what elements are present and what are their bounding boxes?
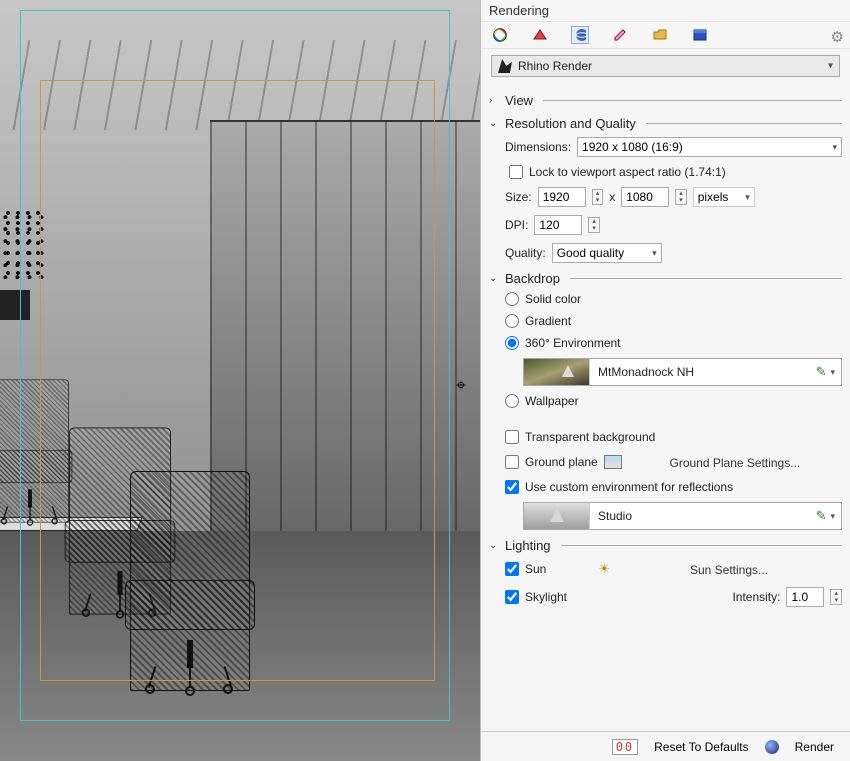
- section-backdrop-title: Backdrop: [505, 271, 560, 286]
- section-backdrop-header[interactable]: ⌄ Backdrop: [489, 271, 842, 286]
- custom-reflections-label: Use custom environment for reflections: [525, 480, 733, 494]
- section-resq-header[interactable]: ⌄ Resolution and Quality: [489, 116, 842, 131]
- intensity-stepper[interactable]: ▴▾: [830, 589, 842, 605]
- sun-checkbox[interactable]: [505, 562, 519, 576]
- skylight-label: Skylight: [525, 590, 567, 604]
- size-label: Size:: [505, 190, 532, 204]
- edit-icon[interactable]: [611, 26, 629, 44]
- quality-select[interactable]: [552, 243, 662, 263]
- panel-footer: 00 Reset To Defaults Render: [481, 731, 850, 761]
- dimensions-label: Dimensions:: [505, 140, 571, 154]
- sun-icon: ☀: [598, 561, 610, 577]
- ground-plane-settings-button[interactable]: Ground Plane Settings...: [628, 452, 842, 472]
- reflection-env-name: Studio: [590, 509, 812, 523]
- environment-icon[interactable]: [571, 26, 589, 44]
- edit-reflection-env-icon[interactable]: ✎: [812, 508, 831, 524]
- panel-options-icon[interactable]: ⚙: [831, 28, 844, 46]
- render-toolbar: ⚙: [481, 21, 850, 49]
- backdrop-wallpaper-label: Wallpaper: [525, 394, 579, 408]
- ground-plane-label: Ground plane: [525, 455, 598, 469]
- size-sep: x: [609, 190, 615, 204]
- cursor-icon: ⌖: [456, 375, 466, 396]
- safe-frame-inner: [40, 80, 435, 681]
- transparent-bg-label: Transparent background: [525, 430, 655, 444]
- backdrop-gradient-radio[interactable]: [505, 314, 519, 328]
- environment-name: MtMonadnock NH: [590, 365, 812, 379]
- section-view-header[interactable]: › View: [489, 93, 842, 108]
- backdrop-env-radio[interactable]: [505, 336, 519, 350]
- backdrop-solid-label: Solid color: [525, 292, 581, 306]
- size-height-input[interactable]: [621, 187, 669, 207]
- lock-aspect-label: Lock to viewport aspect ratio (1.74:1): [529, 165, 726, 179]
- progress-counter: 00: [612, 739, 638, 755]
- rendering-panel: Rendering ⚙ Rhino Render ▾ › View ⌄: [480, 0, 850, 761]
- quality-label: Quality:: [505, 246, 546, 260]
- panel-title: Rendering: [481, 0, 850, 21]
- render-button[interactable]: Render: [791, 737, 838, 757]
- lock-aspect-checkbox[interactable]: [509, 165, 523, 179]
- skylight-checkbox[interactable]: [505, 590, 519, 604]
- size-height-stepper[interactable]: ▴▾: [675, 189, 687, 205]
- chevron-down-icon: ▾: [828, 61, 833, 72]
- chevron-down-icon[interactable]: ▾: [830, 367, 841, 378]
- chevron-down-icon: ⌄: [489, 540, 499, 551]
- backdrop-wallpaper-radio[interactable]: [505, 394, 519, 408]
- sun-label: Sun: [525, 562, 546, 576]
- reflection-env-thumbnail: [524, 503, 590, 529]
- environment-thumbnail: [524, 359, 590, 385]
- section-resq-title: Resolution and Quality: [505, 116, 636, 131]
- backdrop-gradient-label: Gradient: [525, 314, 571, 328]
- libraries-icon[interactable]: [531, 26, 549, 44]
- rhino-logo-icon: [498, 59, 512, 73]
- current-renderer-select[interactable]: Rhino Render ▾: [491, 55, 840, 77]
- open-folder-icon[interactable]: [651, 26, 669, 44]
- panel-scroll[interactable]: › View ⌄ Resolution and Quality Dimensio…: [481, 83, 850, 731]
- chevron-down-icon[interactable]: ▾: [830, 511, 841, 522]
- environment-picker[interactable]: MtMonadnock NH ✎ ▾: [523, 358, 842, 386]
- renderer-name: Rhino Render: [518, 59, 592, 73]
- section-view-title: View: [505, 93, 533, 108]
- render-window-icon[interactable]: [691, 26, 709, 44]
- chevron-down-icon: ⌄: [489, 273, 499, 284]
- transparent-bg-checkbox[interactable]: [505, 430, 519, 444]
- custom-reflections-checkbox[interactable]: [505, 480, 519, 494]
- size-width-input[interactable]: [538, 187, 586, 207]
- size-units-select[interactable]: [693, 187, 755, 207]
- sun-settings-button[interactable]: Sun Settings...: [616, 559, 842, 579]
- ground-plane-checkbox[interactable]: [505, 455, 519, 469]
- dpi-stepper[interactable]: ▴▾: [588, 217, 600, 233]
- intensity-input[interactable]: [786, 587, 824, 607]
- render-sphere-icon: [765, 740, 779, 754]
- dpi-label: DPI:: [505, 218, 528, 232]
- dimensions-select[interactable]: [577, 137, 842, 157]
- reflection-environment-picker[interactable]: Studio ✎ ▾: [523, 502, 842, 530]
- chevron-right-icon: ›: [489, 95, 499, 106]
- reset-defaults-button[interactable]: Reset To Defaults: [650, 737, 753, 757]
- viewport-3d[interactable]: ⌖: [0, 0, 480, 761]
- intensity-label: Intensity:: [732, 590, 780, 604]
- chevron-down-icon: ⌄: [489, 118, 499, 129]
- edit-environment-icon[interactable]: ✎: [812, 364, 831, 380]
- ground-plane-icon: [604, 455, 622, 469]
- section-lighting-title: Lighting: [505, 538, 551, 553]
- materials-icon[interactable]: [491, 26, 509, 44]
- section-lighting-header[interactable]: ⌄ Lighting: [489, 538, 842, 553]
- dpi-input[interactable]: [534, 215, 582, 235]
- backdrop-env-label: 360° Environment: [525, 336, 621, 350]
- size-width-stepper[interactable]: ▴▾: [592, 189, 604, 205]
- backdrop-solid-radio[interactable]: [505, 292, 519, 306]
